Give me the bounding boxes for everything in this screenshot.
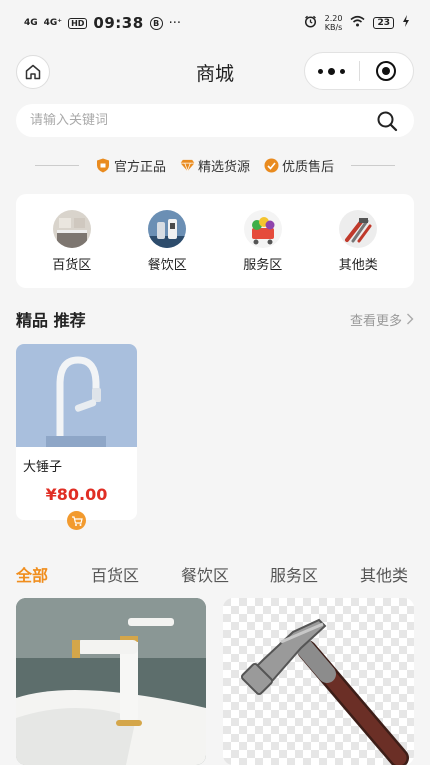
tab-all[interactable]: 全部 xyxy=(16,562,48,586)
nav-bar: 商城 xyxy=(0,46,430,96)
tab-general[interactable]: 百货区 xyxy=(91,562,139,586)
divider-right xyxy=(351,164,396,166)
search-input[interactable] xyxy=(30,113,374,128)
more-button[interactable] xyxy=(305,53,359,89)
close-button[interactable] xyxy=(360,53,414,89)
net-speed: 2.20 KB/s xyxy=(325,14,343,32)
product-card-faucet[interactable] xyxy=(16,598,206,765)
notification-icon: B xyxy=(149,16,163,30)
category-item-dining[interactable]: 餐饮区 xyxy=(127,209,207,273)
charging-icon xyxy=(402,15,410,31)
signal-indicator-2: 4G⁺ xyxy=(43,18,63,28)
status-left: 4G 4G⁺ HD 09:38 B ··· xyxy=(24,14,181,32)
tab-service[interactable]: 服务区 xyxy=(270,562,318,586)
recommend-product-card[interactable]: 大锤子 ¥80.00 xyxy=(16,344,137,520)
guarantee-label: 优质售后 xyxy=(282,159,335,175)
product-name: 大锤子 xyxy=(23,460,63,475)
divider-left xyxy=(34,164,79,166)
product-card-hammer[interactable] xyxy=(223,598,414,765)
tab-other[interactable]: 其他类 xyxy=(360,562,408,586)
view-more-label: 查看更多 xyxy=(349,313,402,329)
category-label: 餐饮区 xyxy=(147,257,187,273)
wifi-icon xyxy=(350,15,365,31)
category-tabs: 全部 百货区 餐饮区 服务区 其他类 xyxy=(0,558,430,590)
guarantee-label: 精选货源 xyxy=(197,159,250,175)
status-right: 2.20 KB/s 23 xyxy=(304,14,410,32)
guarantee-selected: 精选货源 xyxy=(180,156,250,175)
product-price: ¥80.00 xyxy=(45,485,108,504)
kitchen-image xyxy=(52,209,91,248)
shopping-cart-image xyxy=(243,209,282,248)
category-label: 服务区 xyxy=(243,257,283,273)
hammer-image xyxy=(223,598,414,765)
diamond-icon xyxy=(180,158,195,173)
status-time: 09:38 xyxy=(93,14,144,32)
category-label: 百货区 xyxy=(52,257,92,273)
more-dots-icon xyxy=(318,67,346,75)
hd-badge: HD xyxy=(68,17,88,29)
shield-icon xyxy=(96,158,111,173)
category-label: 其他类 xyxy=(338,257,378,273)
chevron-right-icon xyxy=(407,313,414,325)
guarantee-label: 官方正品 xyxy=(113,159,166,175)
category-card: 百货区 餐饮区 服务区 其他类 xyxy=(16,194,414,288)
view-more-link[interactable]: 查看更多 xyxy=(350,310,414,329)
signal-indicator-1: 4G xyxy=(24,18,38,28)
appliance-image xyxy=(148,209,187,248)
net-speed-unit: KB/s xyxy=(324,23,343,32)
guarantee-service: 优质售后 xyxy=(264,156,334,175)
status-bar: 4G 4G⁺ HD 09:38 B ··· 2.20 KB/s 23 xyxy=(0,0,430,46)
cart-icon xyxy=(71,515,83,526)
category-item-general[interactable]: 百货区 xyxy=(32,209,112,273)
mini-program-capsule xyxy=(304,52,414,90)
guarantee-strip: 官方正品 精选货源 优质售后 xyxy=(0,150,430,180)
net-speed-value: 2.20 xyxy=(324,14,343,23)
battery-indicator: 23 xyxy=(373,17,394,29)
category-item-other[interactable]: 其他类 xyxy=(318,209,398,273)
guarantee-authentic: 官方正品 xyxy=(96,156,166,175)
category-item-service[interactable]: 服务区 xyxy=(223,209,303,273)
recommend-title: 精品 推荐 xyxy=(16,311,86,330)
faucet-image xyxy=(16,598,206,765)
more-status-icon: ··· xyxy=(168,15,182,31)
service-icon xyxy=(264,158,279,173)
alarm-icon xyxy=(304,15,317,32)
close-target-icon xyxy=(376,61,397,81)
tools-image xyxy=(339,209,378,248)
add-to-cart-button[interactable] xyxy=(67,511,86,530)
faucet-image xyxy=(16,344,137,447)
search-icon[interactable] xyxy=(374,108,400,134)
tab-dining[interactable]: 餐饮区 xyxy=(181,562,229,586)
recommend-header: 精品 推荐 查看更多 xyxy=(16,306,414,332)
search-bar xyxy=(16,104,414,137)
